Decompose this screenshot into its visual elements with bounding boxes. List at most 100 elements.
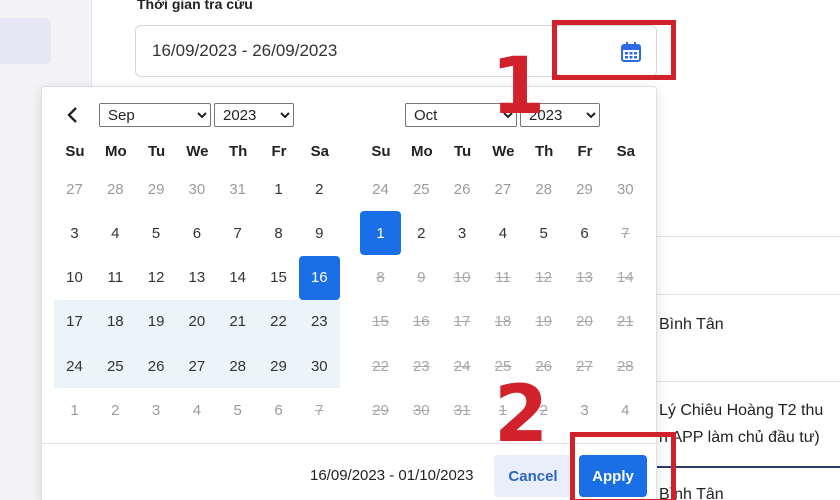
- calendar-day[interactable]: 1: [360, 211, 401, 256]
- calendar-day[interactable]: 15: [258, 256, 299, 300]
- calendar-day: 31: [453, 402, 471, 419]
- calendar-day[interactable]: 26: [135, 344, 177, 389]
- annotation-number-1: 1: [491, 42, 546, 132]
- annotation-box-2: [570, 432, 676, 500]
- calendar-day[interactable]: 22: [258, 299, 299, 344]
- calendar-day[interactable]: 4: [482, 211, 523, 255]
- row-divider: [657, 236, 840, 237]
- calendar-day[interactable]: 1: [54, 389, 95, 433]
- calendar-day: 18: [494, 313, 512, 331]
- calendar-day[interactable]: 14: [217, 256, 258, 300]
- calendar-day[interactable]: 18: [94, 299, 136, 344]
- calendar-day: 10: [453, 269, 471, 287]
- weekday-label: Th: [535, 143, 554, 160]
- calendar-day[interactable]: 2: [95, 389, 136, 433]
- calendar-day[interactable]: 23: [298, 299, 340, 344]
- calendar-day[interactable]: 5: [136, 211, 177, 255]
- calendar-day[interactable]: 3: [442, 211, 483, 255]
- calendar-day[interactable]: 3: [136, 389, 177, 433]
- calendar-day: 13: [576, 269, 593, 287]
- calendar-day: 22: [372, 357, 389, 375]
- calendar-day[interactable]: 24: [360, 167, 401, 211]
- calendar-day[interactable]: 30: [605, 167, 646, 211]
- weekday-label: Su: [371, 143, 391, 160]
- calendar-day[interactable]: 29: [136, 167, 177, 211]
- calendar-day[interactable]: 27: [54, 167, 95, 211]
- calendar-day[interactable]: 3: [54, 211, 95, 255]
- weekday-label: Mo: [104, 143, 127, 160]
- calendar-day[interactable]: 7: [217, 211, 258, 255]
- calendar-day[interactable]: 28: [217, 344, 259, 389]
- calendar-day[interactable]: 27: [176, 344, 218, 389]
- calendar-day[interactable]: 19: [135, 299, 177, 344]
- calendar-day[interactable]: 2: [299, 167, 340, 211]
- daterange-picker: Sep 2023 Su Mo Tu We Th Fr Sa 27 28 29 30 31 1 2 3 4 5 6…: [41, 86, 657, 500]
- calendar-day: 7: [621, 224, 630, 242]
- results-table-fragment: Bình Tân Lý Chiêu Hoàng T2 thu n APP làm…: [657, 0, 840, 500]
- calendar-day: 29: [372, 402, 389, 419]
- calendar-day: 9: [417, 269, 426, 287]
- weekday-label: Sa: [616, 143, 635, 160]
- weekday-label: Tu: [453, 143, 472, 160]
- calendar-day[interactable]: 28: [523, 167, 564, 211]
- row-divider: [657, 466, 840, 468]
- calendar-day[interactable]: 13: [176, 256, 217, 300]
- calendar-day[interactable]: 31: [217, 167, 258, 211]
- calendar-day: 19: [535, 313, 553, 331]
- calendar-day[interactable]: 2: [401, 211, 442, 255]
- calendar-day[interactable]: 6: [564, 211, 605, 255]
- calendar-day[interactable]: 30: [176, 167, 217, 211]
- calendar-day[interactable]: 4: [176, 389, 217, 433]
- calendar-day: 28: [616, 357, 634, 375]
- sidebar-active-item[interactable]: [0, 18, 51, 64]
- calendar-day: 23: [412, 357, 430, 375]
- calendar-day: 24: [453, 357, 471, 375]
- calendar-day[interactable]: 24: [54, 344, 95, 389]
- calendar-day: 11: [495, 269, 511, 287]
- calendar-day[interactable]: 27: [482, 167, 523, 211]
- calendar-day: 8: [376, 269, 385, 287]
- calendar-day[interactable]: 6: [176, 211, 217, 255]
- date-filter-label: Thời gian tra cứu: [137, 0, 253, 12]
- weekday-label: We: [492, 143, 515, 160]
- calendar-day[interactable]: 11: [95, 256, 136, 300]
- weekday-label: Fr: [271, 143, 287, 160]
- calendar-day[interactable]: 10: [54, 256, 95, 300]
- calendar-day: 12: [535, 269, 553, 287]
- year-select-left[interactable]: 2023: [214, 103, 294, 127]
- weekday-label: Tu: [147, 143, 166, 160]
- calendar-day[interactable]: 9: [299, 211, 340, 255]
- calendar-day[interactable]: 4: [605, 389, 646, 433]
- month-select-left[interactable]: Sep: [99, 103, 211, 127]
- calendar-day[interactable]: 12: [136, 256, 177, 300]
- calendar-day[interactable]: 26: [442, 167, 483, 211]
- calendar-day[interactable]: 5: [523, 211, 564, 255]
- calendar-day[interactable]: 25: [401, 167, 442, 211]
- prev-month-icon[interactable]: [64, 105, 82, 125]
- calendar-day[interactable]: 16: [298, 255, 340, 300]
- calendar-day[interactable]: 28: [95, 167, 136, 211]
- calendar-day: 16: [412, 313, 430, 331]
- weekday-label: We: [186, 143, 209, 160]
- weekday-label: Fr: [577, 143, 593, 160]
- calendar-day[interactable]: 3: [564, 389, 605, 433]
- calendar-day[interactable]: 17: [54, 299, 95, 344]
- calendar-day: 27: [576, 357, 593, 375]
- calendar-day[interactable]: 29: [564, 167, 605, 211]
- calendar-day[interactable]: 20: [176, 299, 218, 344]
- calendar-day[interactable]: 29: [258, 344, 299, 389]
- calendar-day[interactable]: 30: [298, 344, 340, 389]
- row-divider: [657, 381, 840, 382]
- table-cell: Lý Chiêu Hoàng T2 thu: [659, 402, 824, 419]
- calendar-day[interactable]: 21: [217, 299, 259, 344]
- cancel-button[interactable]: Cancel: [494, 455, 572, 497]
- calendar-day[interactable]: 6: [258, 389, 299, 433]
- calendar-day: 20: [576, 313, 593, 331]
- calendar-day[interactable]: 1: [258, 167, 299, 211]
- calendar-day[interactable]: 8: [258, 211, 299, 255]
- calendar-day[interactable]: 25: [94, 344, 136, 389]
- annotation-number-2: 2: [494, 370, 549, 460]
- calendar-day[interactable]: 5: [217, 389, 258, 433]
- weekday-label: Mo: [410, 143, 433, 160]
- calendar-day[interactable]: 4: [95, 211, 136, 255]
